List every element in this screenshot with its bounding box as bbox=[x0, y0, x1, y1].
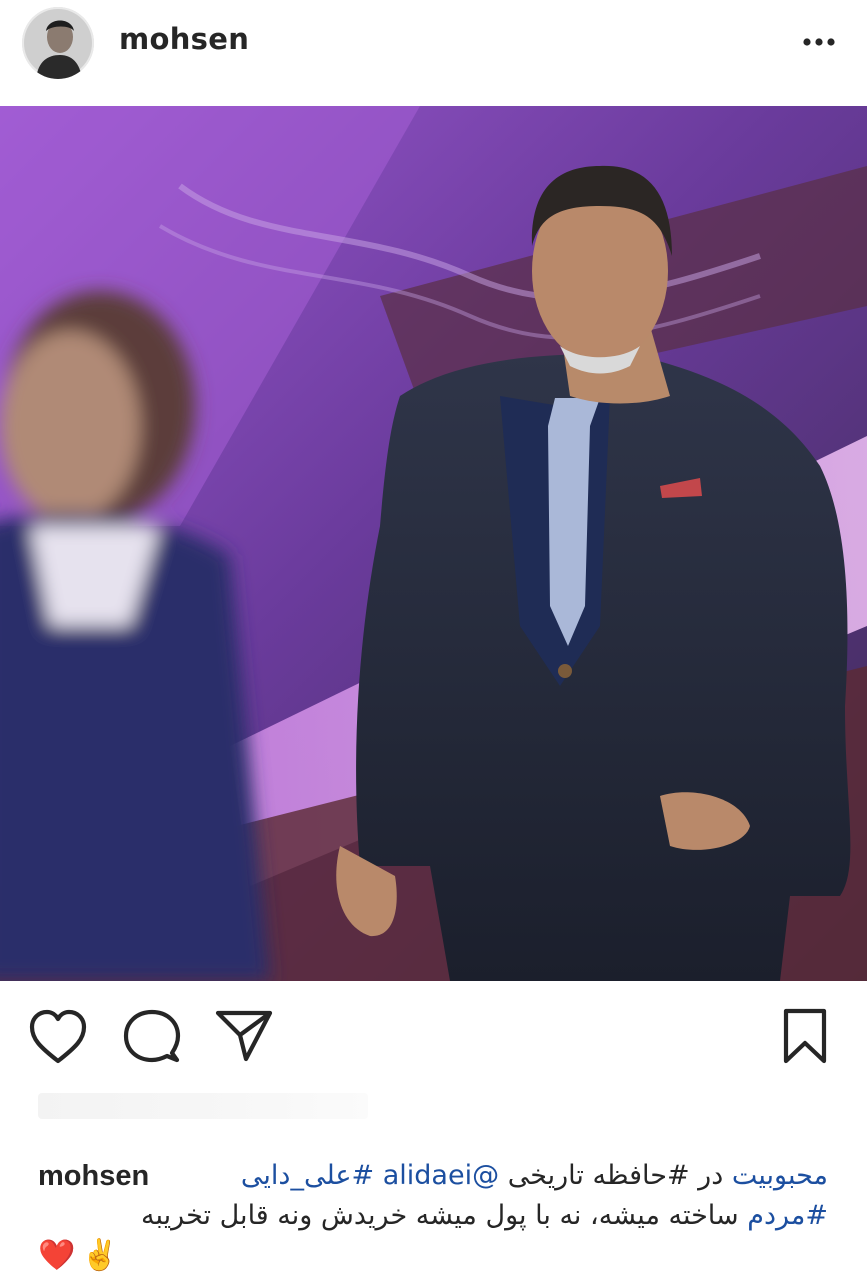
more-options-icon[interactable] bbox=[801, 28, 837, 56]
bookmark-icon[interactable] bbox=[776, 1005, 836, 1069]
hashtag-ali-daei[interactable]: #علی_دایی bbox=[241, 1160, 374, 1191]
heart-icon[interactable] bbox=[28, 1005, 88, 1069]
post-photo[interactable] bbox=[0, 106, 867, 981]
faded-likes-line bbox=[38, 1093, 368, 1119]
caption-line-3: ❤️✌️ bbox=[38, 1238, 828, 1275]
caption-username[interactable]: mohsen bbox=[38, 1158, 149, 1194]
post-header: mohsen bbox=[0, 0, 867, 86]
caption-word-in: در bbox=[698, 1160, 724, 1191]
action-bar bbox=[0, 1005, 867, 1069]
send-icon[interactable] bbox=[214, 1005, 274, 1069]
mention-alidaei[interactable]: @alidaei bbox=[383, 1160, 499, 1191]
hashtag-people[interactable]: #مردم bbox=[747, 1200, 828, 1231]
comment-icon[interactable] bbox=[122, 1005, 182, 1069]
post-username[interactable]: mohsen bbox=[119, 22, 249, 56]
hashtag-popularity[interactable]: محبوبیت bbox=[732, 1160, 828, 1191]
hashtag-historical-memory[interactable]: #حافظه تاریخی bbox=[508, 1160, 690, 1191]
caption-emoji: ❤️✌️ bbox=[38, 1238, 125, 1273]
caption-text: ساخته میشه، نه با پول میشه خریدش ونه قاب… bbox=[141, 1200, 739, 1231]
avatar[interactable] bbox=[22, 7, 94, 79]
